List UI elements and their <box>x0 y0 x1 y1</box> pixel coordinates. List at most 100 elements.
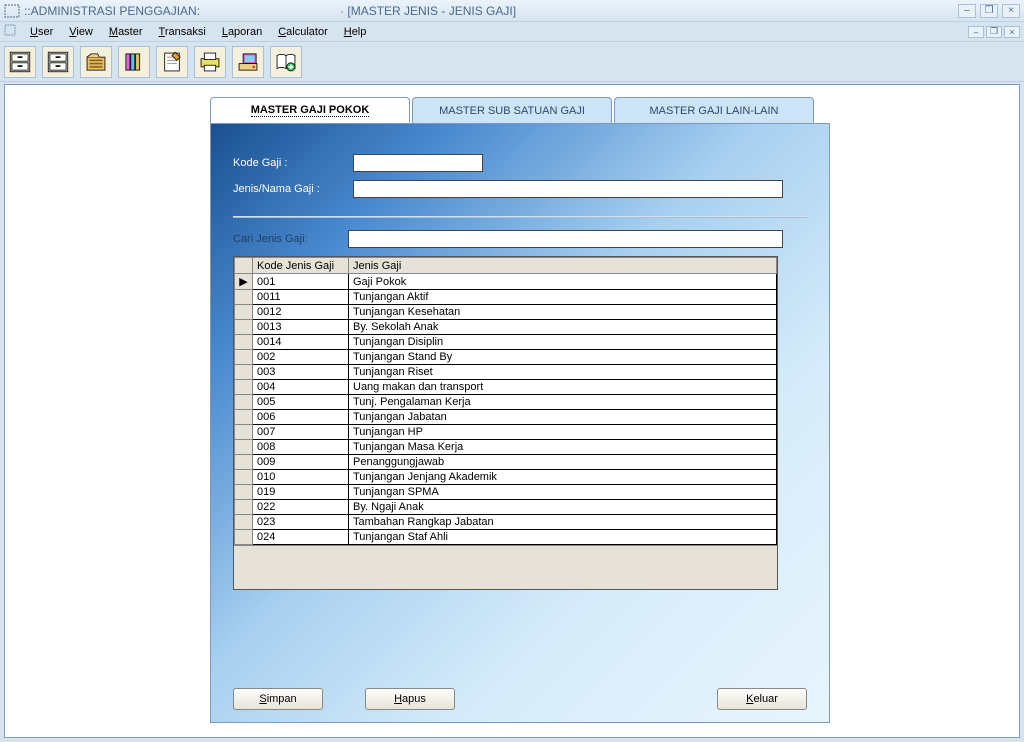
cell-code[interactable]: 003 <box>253 365 349 380</box>
grid[interactable]: Kode Jenis Gaji Jenis Gaji ▶001Gaji Poko… <box>233 256 778 590</box>
cell-name[interactable]: Tunjangan Kesehatan <box>349 305 777 320</box>
row-selector[interactable] <box>235 320 253 335</box>
cell-code[interactable]: 008 <box>253 440 349 455</box>
cell-code[interactable]: 005 <box>253 395 349 410</box>
close-button[interactable]: × <box>1002 4 1020 18</box>
table-row[interactable]: 002Tunjangan Stand By <box>235 350 777 365</box>
cell-name[interactable]: Tambahan Rangkap Jabatan <box>349 515 777 530</box>
table-row[interactable]: 004Uang makan dan transport <box>235 380 777 395</box>
tab-gaji-lain-lain[interactable]: MASTER GAJI LAIN-LAIN <box>614 97 814 123</box>
cell-name[interactable]: Tunjangan SPMA <box>349 485 777 500</box>
cell-name[interactable]: Tunjangan Staf Ahli <box>349 530 777 545</box>
minimize-button[interactable]: – <box>958 4 976 18</box>
cell-name[interactable]: Uang makan dan transport <box>349 380 777 395</box>
hapus-button[interactable]: Hapus <box>365 688 455 710</box>
cell-name[interactable]: Tunjangan Jabatan <box>349 410 777 425</box>
tab-gaji-pokok[interactable]: MASTER GAJI POKOK <box>210 97 410 123</box>
row-selector[interactable] <box>235 410 253 425</box>
row-selector[interactable] <box>235 380 253 395</box>
grid-col-name[interactable]: Jenis Gaji <box>349 258 777 274</box>
toolbar-book-icon[interactable] <box>270 46 302 78</box>
cell-code[interactable]: 022 <box>253 500 349 515</box>
row-selector[interactable] <box>235 290 253 305</box>
cell-name[interactable]: By. Sekolah Anak <box>349 320 777 335</box>
cell-code[interactable]: 009 <box>253 455 349 470</box>
table-row[interactable]: 0013By. Sekolah Anak <box>235 320 777 335</box>
table-row[interactable]: 009Penanggungjawab <box>235 455 777 470</box>
row-selector[interactable] <box>235 305 253 320</box>
menu-view[interactable]: View <box>61 24 101 40</box>
cell-code[interactable]: 007 <box>253 425 349 440</box>
cell-name[interactable]: Tunjangan Masa Kerja <box>349 440 777 455</box>
kode-gaji-input[interactable] <box>353 154 483 172</box>
row-selector[interactable] <box>235 350 253 365</box>
cell-code[interactable]: 004 <box>253 380 349 395</box>
cell-name[interactable]: Tunjangan Disiplin <box>349 335 777 350</box>
row-selector[interactable] <box>235 515 253 530</box>
toolbar-notepad-icon[interactable] <box>156 46 188 78</box>
cell-code[interactable]: 010 <box>253 470 349 485</box>
row-selector[interactable] <box>235 455 253 470</box>
cell-code[interactable]: 002 <box>253 350 349 365</box>
row-selector[interactable]: ▶ <box>235 274 253 290</box>
cell-code[interactable]: 001 <box>253 274 349 290</box>
nama-gaji-input[interactable] <box>353 180 783 198</box>
menu-laporan[interactable]: Laporan <box>214 24 270 40</box>
table-row[interactable]: 008Tunjangan Masa Kerja <box>235 440 777 455</box>
cell-name[interactable]: Tunjangan Jenjang Akademik <box>349 470 777 485</box>
toolbar-cabinet2-icon[interactable] <box>42 46 74 78</box>
toolbar-printer-icon[interactable] <box>194 46 226 78</box>
child-minimize-button[interactable]: – <box>968 26 984 38</box>
search-input[interactable] <box>348 230 783 248</box>
cell-code[interactable]: 006 <box>253 410 349 425</box>
table-row[interactable]: 005Tunj. Pengalaman Kerja <box>235 395 777 410</box>
table-row[interactable]: 0011Tunjangan Aktif <box>235 290 777 305</box>
cell-name[interactable]: Tunj. Pengalaman Kerja <box>349 395 777 410</box>
row-selector[interactable] <box>235 530 253 545</box>
row-selector[interactable] <box>235 425 253 440</box>
toolbar-computer-icon[interactable] <box>232 46 264 78</box>
row-selector[interactable] <box>235 395 253 410</box>
keluar-button[interactable]: Keluar <box>717 688 807 710</box>
cell-name[interactable]: Tunjangan Stand By <box>349 350 777 365</box>
row-selector[interactable] <box>235 440 253 455</box>
toolbar-cabinet1-icon[interactable] <box>4 46 36 78</box>
menu-transaksi[interactable]: Transaksi <box>151 24 214 40</box>
cell-name[interactable]: Gaji Pokok <box>349 274 777 290</box>
table-row[interactable]: 0012Tunjangan Kesehatan <box>235 305 777 320</box>
menu-user[interactable]: User <box>22 24 61 40</box>
child-close-button[interactable]: × <box>1004 26 1020 38</box>
row-selector[interactable] <box>235 365 253 380</box>
table-row[interactable]: 019Tunjangan SPMA <box>235 485 777 500</box>
cell-name[interactable]: Tunjangan Aktif <box>349 290 777 305</box>
cell-name[interactable]: Tunjangan HP <box>349 425 777 440</box>
cell-code[interactable]: 0014 <box>253 335 349 350</box>
table-row[interactable]: 022By. Ngaji Anak <box>235 500 777 515</box>
table-row[interactable]: 024Tunjangan Staf Ahli <box>235 530 777 545</box>
table-row[interactable]: 010Tunjangan Jenjang Akademik <box>235 470 777 485</box>
table-row[interactable]: 0014Tunjangan Disiplin <box>235 335 777 350</box>
row-selector[interactable] <box>235 470 253 485</box>
toolbar-folder-icon[interactable] <box>80 46 112 78</box>
table-row[interactable]: 007Tunjangan HP <box>235 425 777 440</box>
menu-help[interactable]: Help <box>336 24 375 40</box>
cell-name[interactable]: Penanggungjawab <box>349 455 777 470</box>
table-row[interactable]: 023Tambahan Rangkap Jabatan <box>235 515 777 530</box>
restore-button[interactable]: ❐ <box>980 4 998 18</box>
row-selector[interactable] <box>235 335 253 350</box>
cell-code[interactable]: 0013 <box>253 320 349 335</box>
toolbar-books-icon[interactable] <box>118 46 150 78</box>
table-row[interactable]: 006Tunjangan Jabatan <box>235 410 777 425</box>
cell-code[interactable]: 019 <box>253 485 349 500</box>
row-selector[interactable] <box>235 485 253 500</box>
child-restore-button[interactable]: ❐ <box>986 26 1002 38</box>
table-row[interactable]: ▶001Gaji Pokok <box>235 274 777 290</box>
row-selector[interactable] <box>235 500 253 515</box>
menu-calculator[interactable]: Calculator <box>270 24 336 40</box>
menu-master[interactable]: Master <box>101 24 151 40</box>
tab-sub-satuan-gaji[interactable]: MASTER SUB SATUAN GAJI <box>412 97 612 123</box>
table-row[interactable]: 003Tunjangan Riset <box>235 365 777 380</box>
cell-name[interactable]: By. Ngaji Anak <box>349 500 777 515</box>
cell-code[interactable]: 0012 <box>253 305 349 320</box>
cell-code[interactable]: 0011 <box>253 290 349 305</box>
